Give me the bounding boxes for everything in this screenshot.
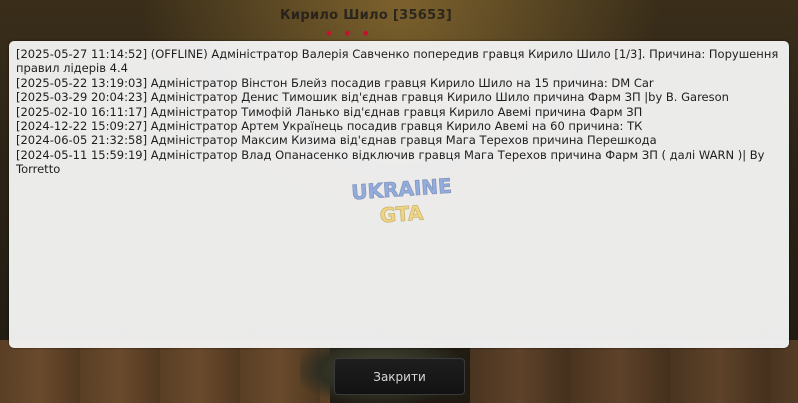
log-line: [2025-02-10 16:11:17] Адміністратор Тимо… — [16, 104, 643, 119]
punishment-log-dialog: [2025-05-27 11:14:52] (OFFLINE) Адмініст… — [9, 41, 789, 348]
log-line: [2025-05-22 13:19:03] Адміністратор Вінс… — [16, 75, 654, 90]
log-text: [2025-05-27 11:14:52] (OFFLINE) Адмініст… — [16, 47, 782, 177]
log-line: [2024-12-22 15:09:27] Адміністратор Арте… — [16, 119, 643, 134]
log-line: [2024-06-05 21:32:58] Адміністратор Макс… — [16, 133, 657, 148]
floor-right — [470, 340, 798, 403]
log-line: [2025-05-27 11:14:52] (OFFLINE) Адмініст… — [16, 47, 779, 76]
player-nametag: Кирило Шило [35653] — [280, 8, 453, 23]
close-button[interactable]: Закрити — [334, 358, 465, 395]
ukraine-gta-logo: UKRAINE GTA — [350, 173, 453, 228]
log-line: [2025-03-29 20:04:23] Адміністратор Дени… — [16, 90, 729, 105]
logo-text-gta: GTA — [379, 200, 425, 227]
logo-text-ukraine: UKRAINE — [351, 174, 453, 205]
floor-left — [0, 340, 330, 403]
